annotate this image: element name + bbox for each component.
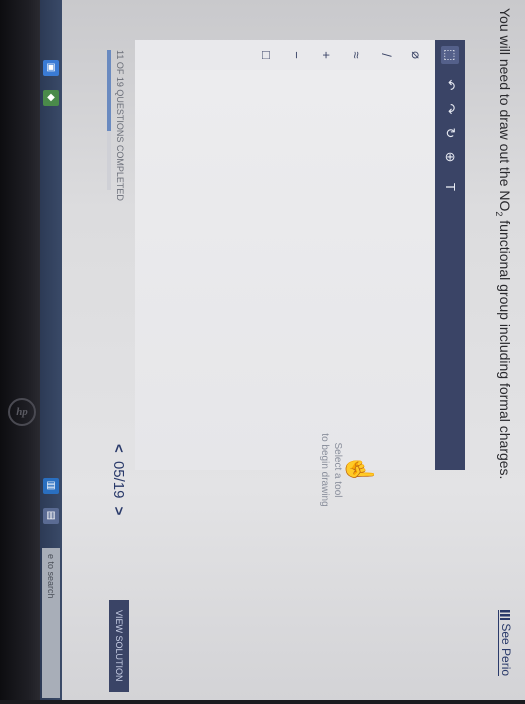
see-periodic-table-link[interactable]: See Perio: [498, 610, 513, 677]
progress-label: 11 OF 19 QUESTIONS COMPLETED: [115, 50, 125, 201]
zoom-icon[interactable]: ⊕: [441, 148, 459, 166]
redo-icon[interactable]: ↷: [441, 100, 459, 118]
folder-icon[interactable]: ▤: [43, 478, 59, 494]
total-questions: /19: [110, 477, 127, 499]
view-solution-label: VIEW SOLUTION: [114, 610, 124, 682]
single-bond-icon[interactable]: /: [377, 46, 395, 64]
drawing-toolbar: ⬚ ↶ ↷ ↻ ⊕ T: [435, 40, 465, 470]
question-prefix: You will need to draw out the NO: [497, 8, 513, 212]
laptop-bezel: hp: [0, 0, 40, 700]
pointer-hand-icon: ☝: [345, 453, 375, 487]
left-tool-bar: ⌀ / ≈ + − □: [135, 40, 435, 71]
progress-bar: [107, 50, 111, 190]
chain-icon[interactable]: ≈: [347, 46, 365, 64]
progress-fill: [107, 50, 111, 132]
question-pager: < 05/19 >: [110, 440, 127, 519]
periodic-table-icon: [500, 610, 511, 620]
previous-question-icon[interactable]: <: [110, 440, 127, 457]
current-question: 05: [110, 460, 127, 478]
taskbar-search-box[interactable]: e to search: [42, 548, 60, 698]
undo-icon[interactable]: ↶: [441, 76, 459, 94]
positive-charge-icon[interactable]: +: [317, 46, 335, 64]
reset-icon[interactable]: ↻: [441, 124, 459, 142]
rotated-page: You will need to draw out the NO2 functi…: [62, 0, 525, 700]
bracket-icon[interactable]: □: [257, 46, 275, 64]
canvas-hint: ☝ Select a tool to begin drawing: [318, 400, 375, 540]
view-solution-button[interactable]: VIEW SOLUTION: [109, 600, 129, 692]
hp-logo-icon: hp: [8, 398, 36, 426]
question-text: You will need to draw out the NO2 functi…: [494, 8, 513, 568]
hint-line-2: to begin drawing: [319, 433, 330, 507]
windows-taskbar: ▣ ◆ ▤ ▥ e to search: [40, 0, 62, 700]
task-view-icon[interactable]: ▥: [43, 508, 59, 524]
app-icon[interactable]: ◆: [43, 90, 59, 106]
question-suffix: functional group including formal charge…: [497, 216, 513, 480]
see-periodic-label: See Perio: [499, 623, 513, 677]
text-tool-icon[interactable]: T: [441, 178, 459, 196]
hint-line-1: Select a tool: [332, 442, 343, 498]
select-tool-icon[interactable]: ⬚: [441, 46, 459, 64]
drawing-canvas[interactable]: [135, 70, 435, 470]
question-footer: 11 OF 19 QUESTIONS COMPLETED < 05/19 > V…: [95, 40, 135, 700]
taskbar-search-text: e to search: [46, 554, 56, 599]
screen: You will need to draw out the NO2 functi…: [62, 0, 525, 700]
eraser-icon[interactable]: ⌀: [407, 46, 425, 64]
app-icon[interactable]: ▣: [43, 60, 59, 76]
next-question-icon[interactable]: >: [110, 503, 127, 520]
negative-charge-icon[interactable]: −: [287, 46, 305, 64]
